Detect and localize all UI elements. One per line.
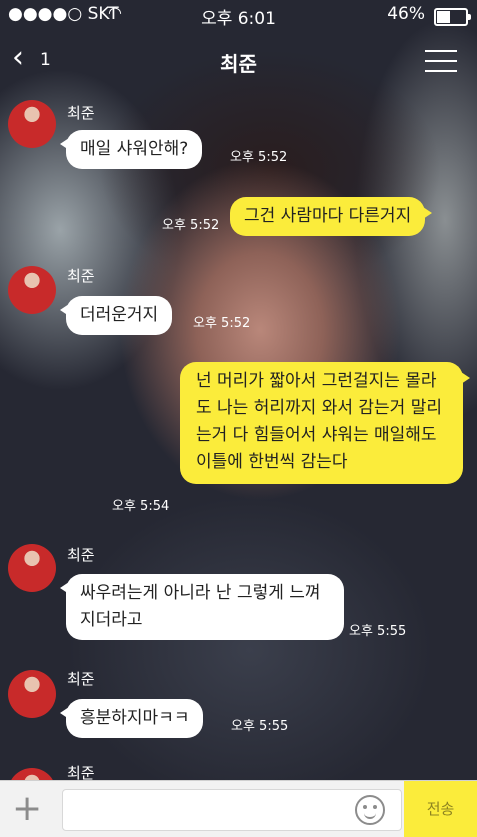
plus-icon[interactable]: + (12, 789, 42, 829)
message-bubble[interactable]: 더러운거지 (59, 296, 173, 335)
my-message-bubble[interactable]: 넌 머리가 짧아서 그런걸지는 몰라도 나는 허리까지 와서 감는거 말리는거 … (180, 362, 470, 484)
message-time: 오후 5:52 (193, 316, 251, 331)
message-input[interactable] (62, 789, 402, 831)
chat-title: 최준 (220, 52, 257, 76)
message-bubble[interactable]: 매일 샤워안해? (59, 130, 203, 169)
sender-name: 최준 (67, 104, 95, 122)
avatar[interactable] (8, 266, 56, 314)
emoticon-icon[interactable] (355, 795, 385, 825)
status-bar: ●●●●○ SKT ◠ 오후 6:01 46% (0, 0, 477, 30)
chat-header: ‹ 1 최준 (0, 30, 477, 90)
battery-percentage: 46% (387, 4, 425, 24)
avatar[interactable] (8, 100, 56, 148)
message-bubble[interactable]: 흥분하지마ㅋㅋ (59, 699, 204, 738)
message-time: 오후 5:52 (162, 218, 220, 233)
message-time: 오후 5:54 (112, 499, 170, 514)
message-bubble[interactable]: 싸우려는게 아니라 난 그렇게 느껴지더라고 (60, 574, 344, 640)
sender-name: 최준 (67, 670, 95, 688)
menu-icon[interactable] (425, 50, 457, 72)
message-time: 오후 5:55 (231, 719, 289, 734)
battery-icon (434, 8, 471, 26)
input-bar: + 전송 (0, 780, 477, 837)
message-time: 오후 5:55 (349, 624, 407, 639)
my-message-bubble[interactable]: 그건 사람마다 다른거지 (230, 197, 433, 236)
sender-name: 최준 (67, 267, 95, 285)
avatar[interactable] (8, 544, 56, 592)
sender-name: 최준 (67, 546, 95, 564)
avatar[interactable] (8, 670, 56, 718)
send-button[interactable]: 전송 (404, 781, 477, 837)
message-time: 오후 5:52 (230, 150, 288, 165)
